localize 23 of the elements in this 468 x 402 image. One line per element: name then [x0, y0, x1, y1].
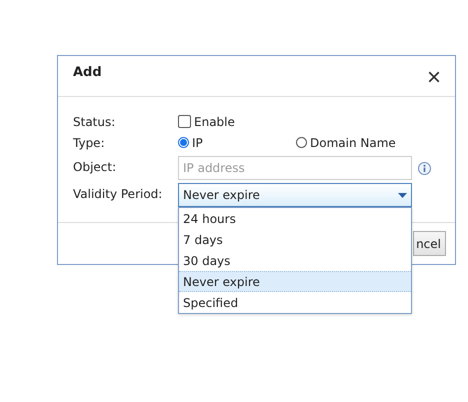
checkbox-label: Enable: [194, 114, 235, 128]
dropdown[interactable]: Never expire: [178, 183, 412, 207]
field-label: Status:: [73, 114, 116, 128]
dropdown-option[interactable]: Specified: [179, 292, 411, 313]
radio-button[interactable]: [178, 137, 189, 148]
dialog-title: Add: [73, 64, 102, 80]
radio-label: Domain Name: [310, 136, 396, 150]
dropdown-value: Never expire: [183, 188, 260, 202]
checkbox[interactable]: [178, 115, 191, 128]
caret-icon: [398, 192, 407, 198]
input-field[interactable]: IP address: [178, 156, 412, 180]
dropdown-option[interactable]: 24 hours: [179, 208, 411, 229]
cancel-button[interactable]: ncel: [413, 231, 446, 256]
radio-button[interactable]: [296, 137, 307, 148]
dropdown-option[interactable]: Never expire: [179, 271, 411, 292]
dropdown-option[interactable]: 7 days: [179, 229, 411, 250]
field-label: Type:: [73, 136, 106, 150]
field-label: Object:: [73, 160, 118, 174]
info-icon[interactable]: [418, 162, 431, 174]
dropdown-option[interactable]: 30 days: [179, 250, 411, 271]
close-button[interactable]: ×: [426, 68, 441, 88]
radio-label: IP: [192, 136, 203, 150]
field-label: Validity Period:: [73, 186, 164, 200]
